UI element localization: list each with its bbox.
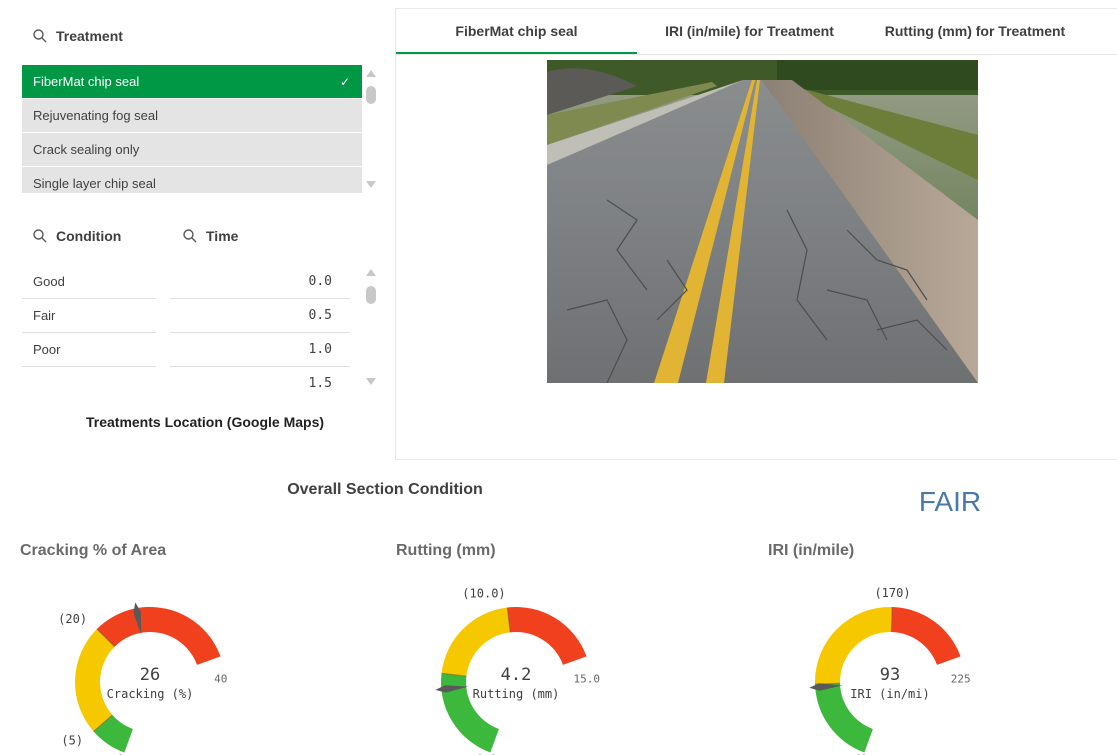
gauge-threshold-label: (20) [60,612,87,626]
time-item[interactable]: 1.0 [170,333,350,367]
treatment-filter-title: Treatment [56,28,123,44]
treatment-item-fibermat[interactable]: FiberMat chip seal ✓ [22,65,362,99]
treatment-item-label: FiberMat chip seal [33,74,140,89]
gauge-unit-label: Cracking (%) [107,687,194,701]
gauge-threshold-label: (5) [61,734,83,748]
treatment-filter-header[interactable]: Treatment [32,28,123,44]
treatment-item-label: Rejuvenating fog seal [33,108,159,123]
gauge-threshold-label: (10.0) [462,587,505,601]
gauge-band-fair [75,628,115,732]
treatment-list: FiberMat chip seal ✓ Rejuvenating fog se… [22,65,362,193]
cracking-gauge: 26Cracking (%)(5)(20)040 [60,602,227,755]
overall-condition-value: FAIR [918,486,982,517]
scroll-up-arrow-icon[interactable] [366,70,376,77]
tab-fibermat[interactable]: FiberMat chip seal [396,9,637,54]
search-icon [33,29,47,43]
gauge-value: 93 [880,665,900,685]
scroll-down-arrow-icon[interactable] [366,181,376,188]
rutting-title: Rutting (mm) [396,542,496,559]
time-item[interactable]: 1.5 [170,367,350,401]
condition-item-poor[interactable]: Poor [22,333,156,367]
scroll-up-arrow-icon[interactable] [366,269,376,276]
gauge-max-label: 40 [214,673,227,686]
time-filter-header[interactable]: Time [182,228,238,244]
condition-item-fair[interactable]: Fair [22,299,156,333]
gauge-max-label: 225 [951,673,971,686]
time-filter-title: Time [206,228,239,244]
search-icon [33,229,47,243]
gauge-threshold-label: (95) [800,678,801,692]
search-icon [183,229,197,243]
tab-iri[interactable]: IRI (in/mile) for Treatment [637,9,862,54]
treatment-item-fog-seal[interactable]: Rejuvenating fog seal [22,99,362,133]
gauge-band-poor [891,607,961,665]
treatment-item-crack-sealing[interactable]: Crack sealing only [22,133,362,167]
gauge-band-good [441,673,499,753]
iri-title: IRI (in/mile) [768,542,855,559]
gauge-unit-label: Rutting (mm) [473,687,560,701]
check-icon: ✓ [339,75,350,89]
scroll-thumb[interactable] [366,86,376,104]
time-item[interactable]: 0.0 [170,265,350,299]
gauge-unit-label: IRI (in/mi) [850,687,929,701]
scroll-thumb[interactable] [366,286,376,304]
gauge-threshold-line [890,607,893,633]
condition-item-good[interactable]: Good [22,265,156,299]
gauge-band-poor [96,607,221,665]
rutting-gauge: 4.2Rutting (mm)(5.0)(10.0)0.015.0 [426,587,600,755]
gauge-threshold-label: (170) [874,586,910,600]
treatment-item-label: Crack sealing only [33,142,140,157]
gauge-max-label: 15.0 [573,673,600,686]
time-item[interactable]: 0.5 [170,299,350,333]
road-photo [547,60,978,383]
scroll-down-arrow-icon[interactable] [366,378,376,385]
gauge-threshold-label: (5.0) [426,665,428,679]
tab-panel: FiberMat chip seal IRI (in/mile) for Tre… [395,8,1117,460]
maps-link[interactable]: Treatments Location (Google Maps) [0,414,410,430]
cracking-title: Cracking % of Area [20,542,167,559]
iri-gauge: 93IRI (in/mi)(95)(170)40225 [800,586,971,755]
condition-filter-title: Condition [56,228,122,244]
treatment-item-label: Single layer chip seal [33,176,156,191]
treatment-scrollbar[interactable] [364,66,378,192]
tab-divider [396,54,1117,55]
gauge-value: 26 [140,665,160,685]
tab-rutting[interactable]: Rutting (mm) for Treatment [862,9,1088,54]
treatment-item-single-chip-seal[interactable]: Single layer chip seal [22,167,362,193]
condition-filter-header[interactable]: Condition [32,228,121,244]
gauge-band-poor [507,607,587,665]
overall-condition-title: Overall Section Condition [287,481,483,498]
gauge-value: 4.2 [501,665,532,685]
time-scrollbar[interactable] [364,265,378,389]
